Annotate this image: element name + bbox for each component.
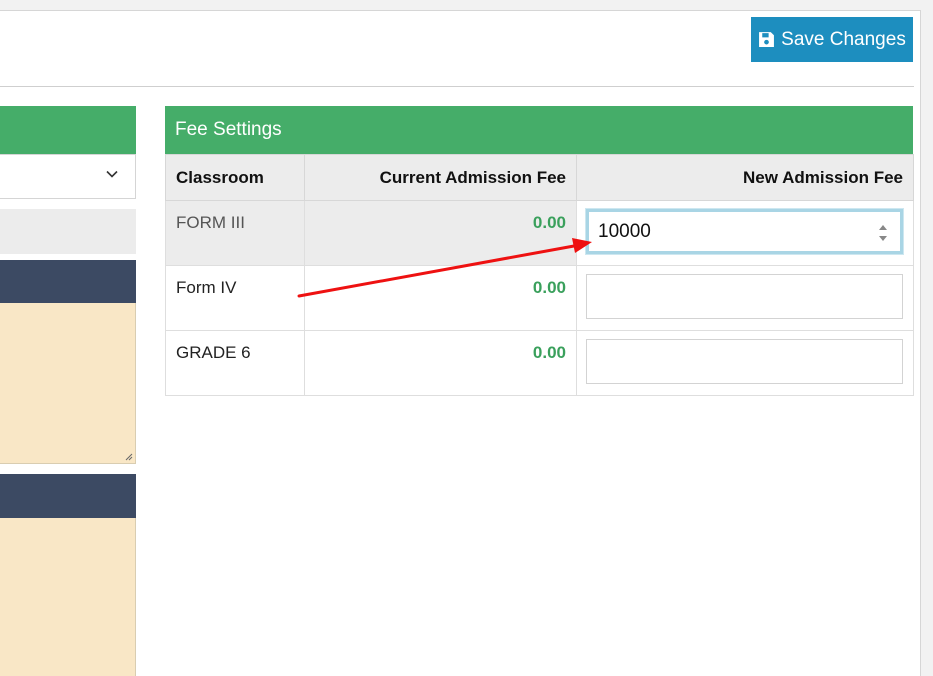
new-fee-cell	[576, 265, 914, 331]
fee-table-header: Classroom Current Admission Fee New Admi…	[165, 154, 914, 201]
new-fee-cell	[576, 330, 914, 396]
left-textarea-2[interactable]	[0, 518, 136, 676]
left-card-header	[0, 106, 136, 154]
current-fee-cell: 0.00	[304, 330, 577, 396]
column-header-classroom: Classroom	[165, 154, 305, 201]
floppy-disk-icon	[759, 32, 775, 47]
fee-table: Classroom Current Admission Fee New Admi…	[165, 154, 914, 396]
resize-grip-icon[interactable]	[125, 453, 133, 461]
table-row: FORM III 0.00 10000	[165, 200, 914, 266]
column-header-new-fee: New Admission Fee	[576, 154, 914, 201]
table-row: Form IV 0.00	[165, 265, 914, 331]
save-changes-button[interactable]: Save Changes	[751, 17, 913, 62]
number-spinner-icon[interactable]	[878, 222, 888, 244]
current-fee-cell: 0.00	[304, 265, 577, 331]
new-fee-cell: 10000	[576, 200, 914, 266]
left-textarea-1[interactable]	[0, 303, 136, 464]
left-section-header-2	[0, 474, 136, 518]
classroom-cell: Form IV	[165, 265, 305, 331]
table-row: GRADE 6 0.00	[165, 330, 914, 396]
new-fee-input[interactable]	[586, 339, 903, 384]
save-changes-label: Save Changes	[781, 28, 906, 50]
new-fee-value: 10000	[598, 220, 651, 242]
fee-settings-title: Fee Settings	[165, 106, 913, 154]
current-fee-cell: 0.00	[304, 200, 577, 266]
new-fee-input[interactable]	[586, 274, 903, 319]
left-dropdown[interactable]	[0, 154, 136, 199]
left-gray-bar	[0, 209, 136, 254]
chevron-down-icon	[106, 170, 118, 178]
left-section-header-1	[0, 260, 136, 303]
new-fee-input[interactable]: 10000	[586, 209, 903, 254]
classroom-cell: GRADE 6	[165, 330, 305, 396]
classroom-cell: FORM III	[165, 200, 305, 266]
column-header-current-fee: Current Admission Fee	[304, 154, 577, 201]
fee-settings-card: Fee Settings Classroom Current Admission…	[165, 106, 914, 396]
header-divider	[0, 86, 914, 87]
